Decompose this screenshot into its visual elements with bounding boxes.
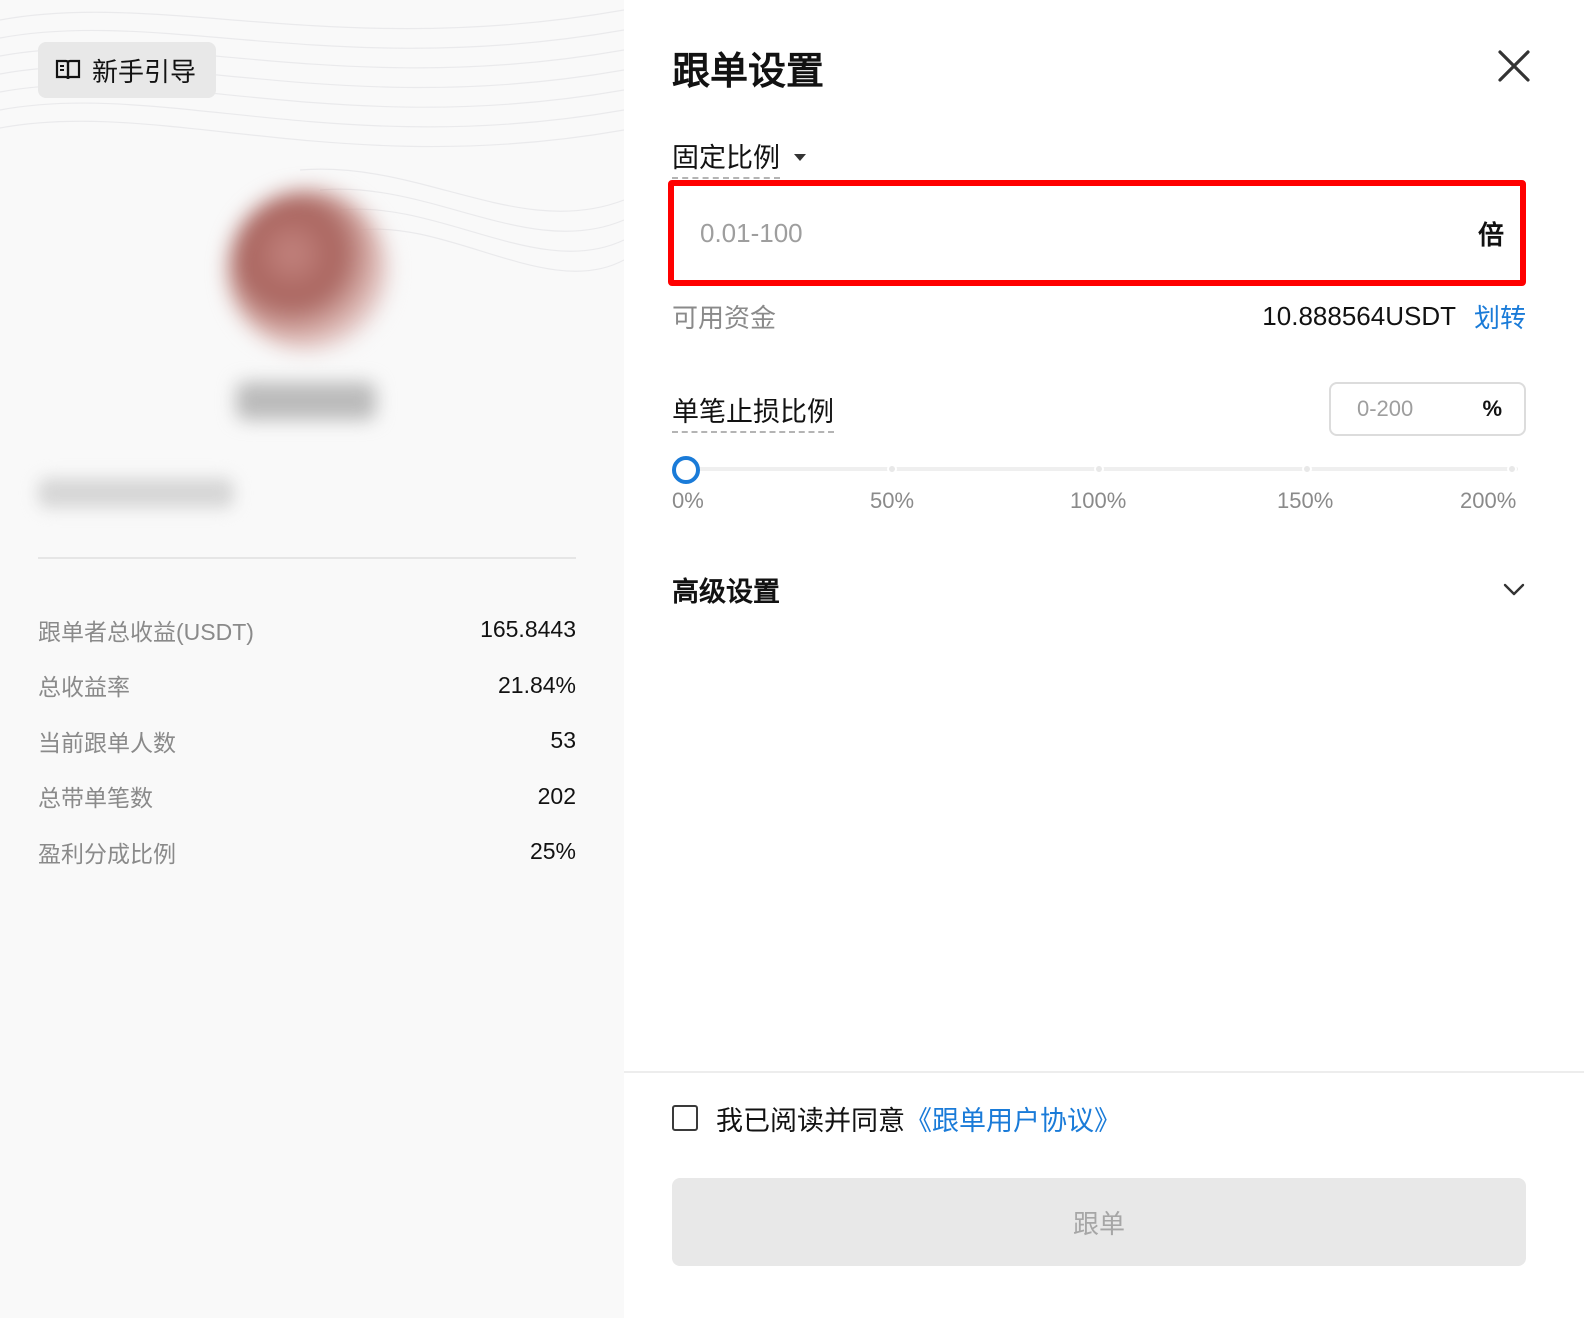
agreement-link[interactable]: 《跟单用户协议》 — [905, 1099, 1121, 1138]
advanced-settings-toggle[interactable]: 高级设置 — [672, 566, 1526, 612]
slider-mark-label: 200% — [1460, 488, 1517, 513]
stat-row: 盈利分成比例 25% — [38, 824, 576, 880]
stat-value: 53 — [550, 727, 576, 754]
profile-divider — [38, 557, 576, 559]
slider-mark-dot[interactable] — [1507, 464, 1517, 474]
stat-row: 跟单者总收益(USDT) 165.8443 — [38, 602, 576, 658]
chevron-down-icon — [1503, 583, 1525, 596]
slider-mark-label: 150% — [1277, 488, 1334, 513]
stat-row: 总收益率 21.84% — [38, 658, 576, 714]
stat-label: 总带单笔数 — [38, 785, 153, 812]
stat-value: 202 — [537, 782, 576, 809]
stat-row: 总带单笔数 202 — [38, 769, 576, 825]
mode-dropdown-label: 固定比例 — [672, 136, 780, 179]
stop-loss-input[interactable] — [1357, 396, 1467, 422]
slider-labels: 0% 50% 100% 150% 200% — [672, 488, 1526, 518]
footer-divider — [624, 1071, 1584, 1073]
slider-mark-dot[interactable] — [1302, 464, 1312, 474]
available-funds-row: 可用资金 10.888564USDT 划转 — [672, 296, 1526, 336]
stat-row: 当前跟单人数 53 — [38, 713, 576, 769]
ratio-input-field[interactable]: 倍 — [668, 180, 1526, 286]
close-icon[interactable] — [1492, 44, 1536, 88]
stat-label: 跟单者总收益(USDT) — [38, 618, 254, 645]
slider-handle[interactable] — [672, 456, 700, 484]
ratio-unit-label: 倍 — [1477, 219, 1504, 250]
follow-button[interactable]: 跟单 — [672, 1178, 1526, 1266]
trader-info-blurred — [38, 478, 234, 508]
stat-value: 25% — [529, 838, 576, 865]
stat-label: 当前跟单人数 — [38, 729, 176, 756]
slider-mark-label: 100% — [1070, 488, 1127, 513]
dialog-title: 跟单设置 — [672, 51, 825, 93]
trader-name-blurred — [236, 382, 376, 420]
stop-loss-label: 单笔止损比例 — [672, 390, 834, 433]
stop-loss-input-field[interactable]: % — [1329, 382, 1526, 436]
trader-profile-panel: 新手引导 跟单者总收益(USDT) 165.8443 总收益率 21.84% 当… — [0, 0, 624, 1318]
available-funds-amount: 10.888564USDT — [1262, 300, 1456, 331]
agreement-checkbox[interactable] — [672, 1105, 698, 1131]
stat-value: 21.84% — [497, 671, 576, 698]
slider-mark-label: 0% — [672, 488, 704, 513]
stop-loss-unit: % — [1482, 396, 1502, 421]
agreement-text: 我已阅读并同意 — [716, 1105, 905, 1136]
copy-trade-settings-dialog: 跟单设置 固定比例 倍 可用资金 10.888564USDT 划转 单笔止损比例… — [624, 0, 1584, 1318]
caret-down-icon — [794, 154, 806, 161]
trader-stats-list: 跟单者总收益(USDT) 165.8443 总收益率 21.84% 当前跟单人数… — [38, 602, 576, 880]
ratio-input[interactable] — [700, 217, 1478, 249]
transfer-link[interactable]: 划转 — [1474, 298, 1526, 335]
stat-label: 总收益率 — [38, 674, 130, 701]
advanced-settings-label: 高级设置 — [672, 576, 780, 607]
beginner-guide-button[interactable]: 新手引导 — [38, 42, 216, 98]
trader-avatar — [228, 190, 388, 350]
stat-value: 165.8443 — [480, 616, 576, 643]
slider-mark-dot[interactable] — [887, 464, 897, 474]
book-icon — [55, 59, 81, 80]
available-funds-label: 可用资金 — [672, 302, 777, 333]
slider-mark-label: 50% — [870, 488, 915, 513]
beginner-guide-label: 新手引导 — [92, 56, 197, 87]
stat-label: 盈利分成比例 — [38, 840, 176, 867]
mode-dropdown[interactable]: 固定比例 — [672, 136, 806, 179]
stop-loss-slider[interactable] — [672, 455, 1526, 485]
agreement-row: 我已阅读并同意 《跟单用户协议》 — [672, 1098, 1121, 1138]
slider-mark-dot[interactable] — [1094, 464, 1104, 474]
